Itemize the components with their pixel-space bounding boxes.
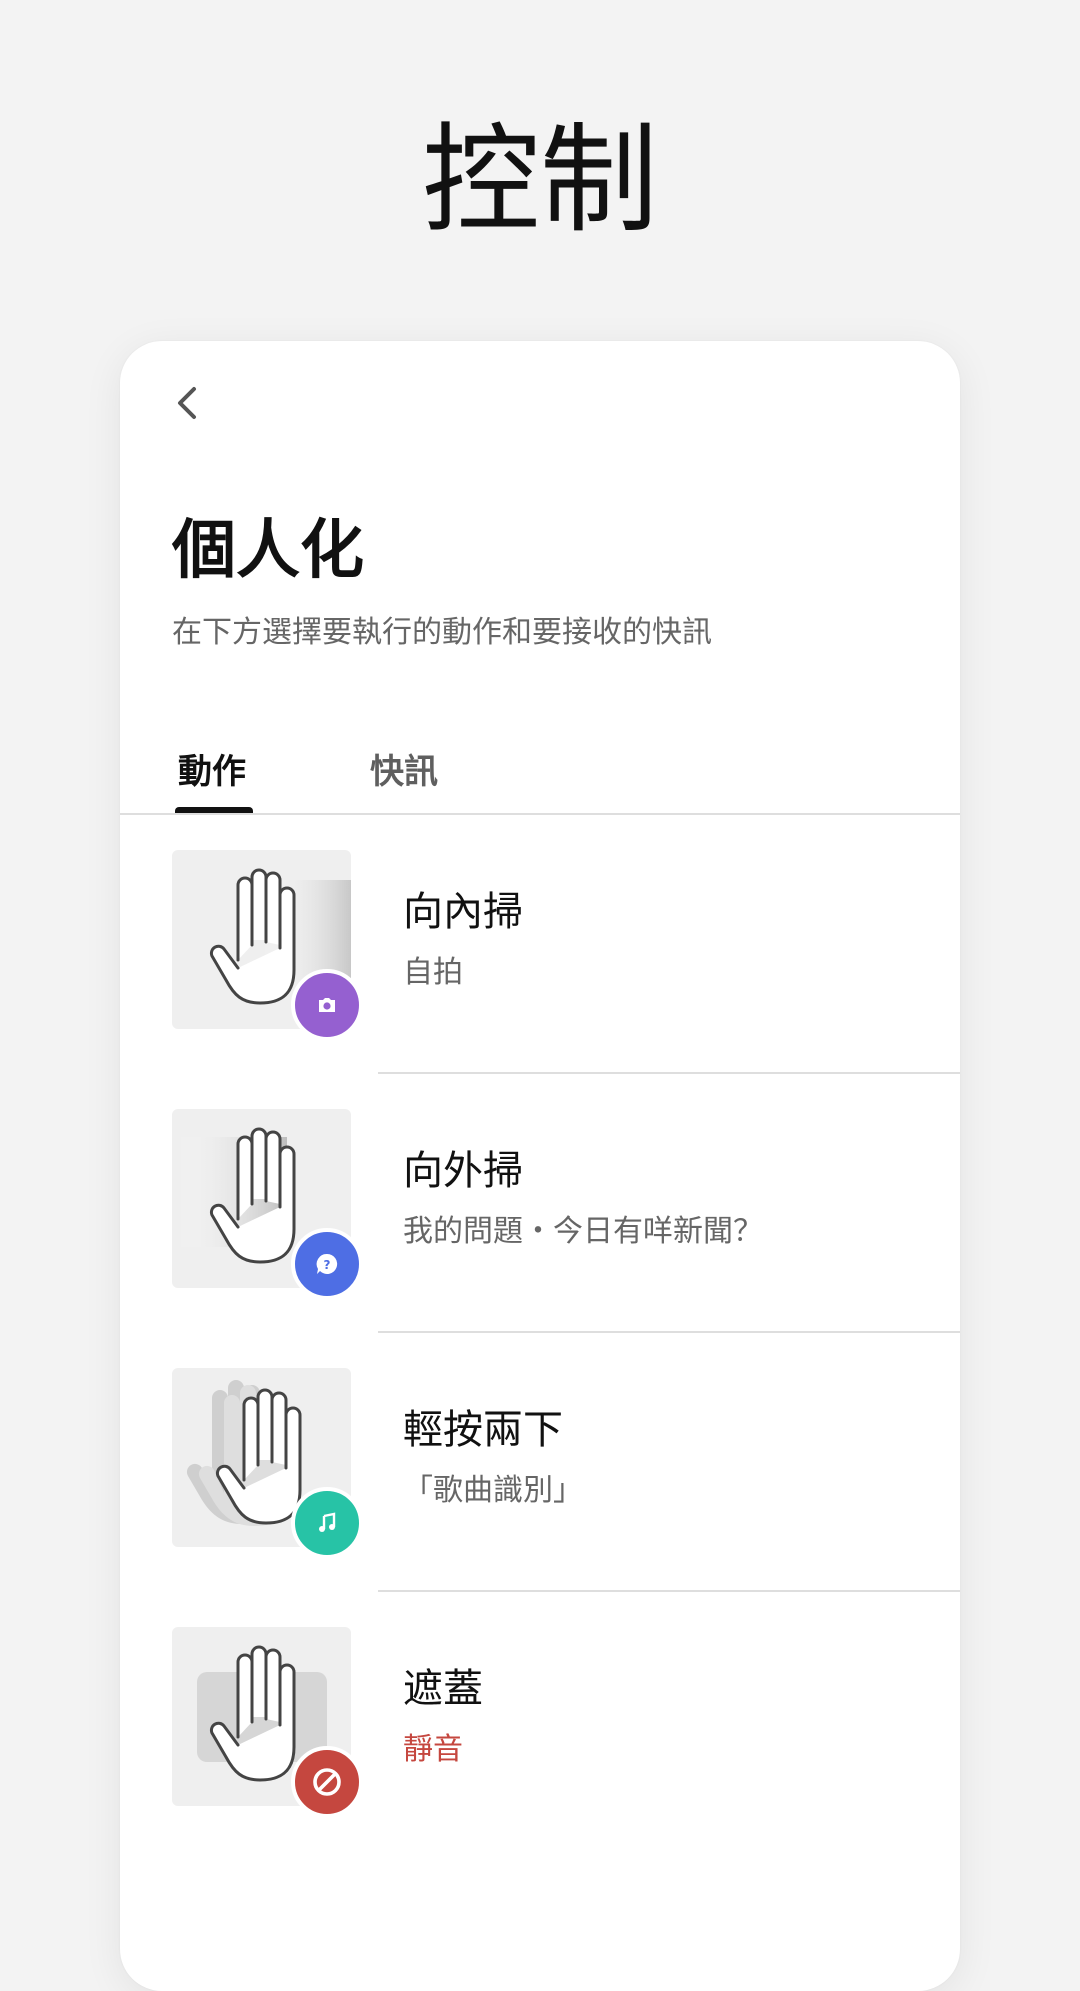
item-subtitle: 自拍 xyxy=(403,955,463,990)
tab-bar: 動作 快訊 xyxy=(120,731,960,813)
item-subtitle: 我的問題・今日有咩新聞？ xyxy=(403,1214,763,1249)
gesture-illustration xyxy=(172,1368,363,1559)
item-title: 向外掃 xyxy=(403,1148,523,1194)
item-title: 遮蓋 xyxy=(403,1666,483,1712)
personalization-card: 個人化 在下方選擇要執行的動作和要接收的快訊 動作 快訊 向內掃 自拍 ? 向外… xyxy=(120,341,960,1991)
list-item-swipe-out[interactable]: ? 向外掃 我的問題・今日有咩新聞？ xyxy=(120,1074,960,1333)
mute-block-icon xyxy=(313,1768,341,1796)
section-subtitle: 在下方選擇要執行的動作和要接收的快訊 xyxy=(172,615,712,650)
item-title: 向內掃 xyxy=(403,889,523,935)
section-heading: 個人化 xyxy=(172,514,364,588)
chevron-left-icon xyxy=(178,387,196,419)
assistant-question-icon: ? xyxy=(316,1253,338,1274)
tab-actions[interactable]: 動作 xyxy=(178,731,246,813)
item-subtitle: 「歌曲識別」 xyxy=(403,1473,583,1508)
page-title: 控制 xyxy=(421,111,658,249)
item-badge: ? xyxy=(291,1228,363,1300)
item-badge xyxy=(291,969,363,1041)
gesture-illustration xyxy=(172,1627,363,1818)
list-item-swipe-in[interactable]: 向內掃 自拍 xyxy=(120,815,960,1074)
gesture-list: 向內掃 自拍 ? 向外掃 我的問題・今日有咩新聞？ 輕按兩下 「歌曲識別」 遮蓋… xyxy=(120,815,960,1851)
item-title: 輕按兩下 xyxy=(403,1407,563,1453)
item-subtitle: 靜音 xyxy=(403,1732,463,1767)
back-button[interactable] xyxy=(160,376,214,430)
item-badge xyxy=(291,1746,363,1818)
gesture-illustration: ? xyxy=(172,1109,363,1300)
item-badge xyxy=(291,1487,363,1559)
list-item-cover[interactable]: 遮蓋 靜音 xyxy=(120,1592,960,1851)
music-note-icon xyxy=(319,1512,336,1532)
camera-icon xyxy=(319,998,335,1012)
gesture-illustration xyxy=(172,850,363,1041)
svg-text:?: ? xyxy=(324,1258,331,1272)
list-item-double-tap[interactable]: 輕按兩下 「歌曲識別」 xyxy=(120,1333,960,1592)
tab-alerts[interactable]: 快訊 xyxy=(370,731,438,813)
